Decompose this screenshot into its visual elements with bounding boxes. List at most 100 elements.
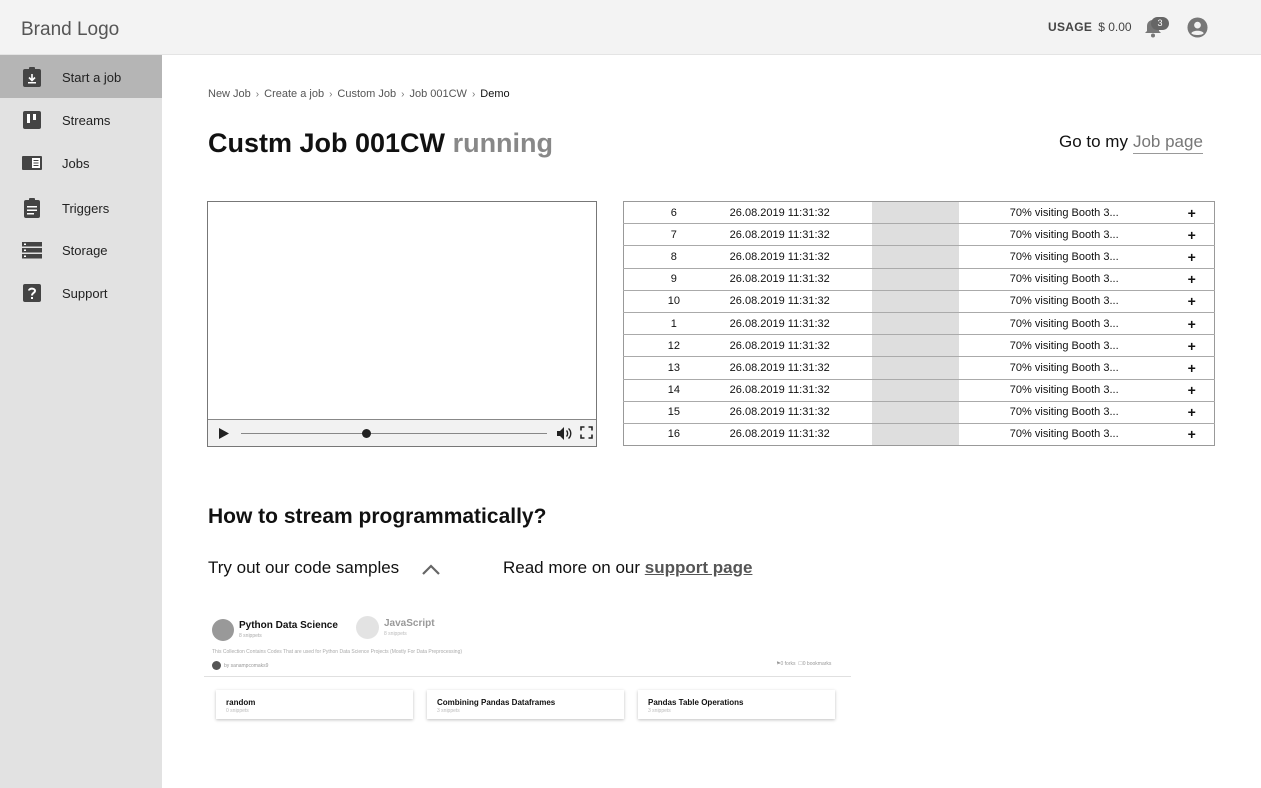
snippet-card-pandas-table[interactable]: Pandas Table Operations 3 snippets xyxy=(638,690,835,719)
row-thumbnail xyxy=(871,245,960,269)
row-description: 70% visiting Booth 3... xyxy=(959,356,1170,379)
table-row: 14 26.08.2019 11:31:32 70% visiting Booth … xyxy=(623,378,1215,402)
chevron-right-icon: › xyxy=(255,88,260,100)
row-id: 16 xyxy=(623,422,724,446)
collection-count: 8 snippets xyxy=(384,631,407,637)
play-icon[interactable] xyxy=(218,427,230,440)
snippet-card-title: Combining Pandas Dataframes xyxy=(437,698,556,707)
snippet-card-combining-pandas[interactable]: Combining Pandas Dataframes 3 snippets xyxy=(427,690,624,719)
collection-author[interactable]: by sanampcomaks9 xyxy=(224,663,268,669)
job-page-link-container: Go to my Job page xyxy=(1059,132,1203,154)
breadcrumb-job-001cw[interactable]: Job 001CW xyxy=(409,88,466,100)
row-thumbnail xyxy=(871,422,960,446)
expand-row-button[interactable]: + xyxy=(1169,289,1215,313)
sidebar-item-jobs[interactable]: Jobs xyxy=(0,141,162,184)
row-description: 70% visiting Booth 3... xyxy=(959,334,1170,357)
expand-row-button[interactable]: + xyxy=(1169,311,1215,335)
sidebar-item-support[interactable]: Support xyxy=(0,271,162,314)
clipboard-icon xyxy=(24,198,40,218)
sidebar-item-streams[interactable]: Streams xyxy=(0,98,162,141)
row-thumbnail xyxy=(871,223,960,246)
collection-tab-python[interactable]: Python Data Science xyxy=(239,620,338,631)
row-thumbnail xyxy=(871,289,960,313)
expand-row-button[interactable]: + xyxy=(1169,400,1215,424)
job-page-link[interactable]: Job page xyxy=(1132,132,1203,154)
read-more-prefix: Read more on our xyxy=(503,558,641,577)
table-row: 12 26.08.2019 11:31:32 70% visiting Booth … xyxy=(623,334,1215,357)
row-date: 26.08.2019 11:31:32 xyxy=(729,206,830,219)
expand-row-button[interactable]: + xyxy=(1169,202,1214,224)
notification-badge: 3 xyxy=(1151,17,1169,30)
howto-heading: How to stream programmatically? xyxy=(208,505,547,528)
collection-meta: ⚑0 forks ☐0 bookmarks xyxy=(776,661,831,667)
divider xyxy=(204,676,851,677)
read-more: Read more on our support page xyxy=(503,558,752,578)
table-row: 6 26.08.2019 11:31:32 70% visiting Booth 3… xyxy=(624,201,1215,224)
breadcrumb-new-job[interactable]: New Job xyxy=(208,88,251,100)
video-progress-track[interactable] xyxy=(241,433,547,434)
sidebar: Start a job Streams Jobs Triggers Storag… xyxy=(0,55,162,788)
sidebar-item-label: Triggers xyxy=(62,201,110,216)
chevron-right-icon: › xyxy=(401,88,405,100)
breadcrumb-create-a-job[interactable]: Create a job xyxy=(264,88,324,100)
snippet-card-sub: 0 snippets xyxy=(226,708,249,714)
code-snippets-widget: Python Data Science 8 snippets JavaScrip… xyxy=(204,610,851,725)
usage-label: USAGE xyxy=(1048,20,1093,34)
row-description: 70% visiting Booth 3... xyxy=(959,267,1170,291)
expand-row-button[interactable]: + xyxy=(1169,267,1215,291)
jobs-icon xyxy=(22,156,42,170)
job-status: running xyxy=(452,128,554,158)
brand-logo[interactable]: Brand Logo xyxy=(21,19,119,41)
row-id: 12 xyxy=(623,334,724,357)
chevron-up-icon[interactable] xyxy=(421,562,441,576)
support-page-link[interactable]: support page xyxy=(645,558,753,577)
video-scrubber-handle[interactable] xyxy=(361,429,371,438)
row-description: 70% visiting Booth 3... xyxy=(1009,206,1119,219)
sidebar-item-label: Storage xyxy=(62,243,108,258)
fullscreen-icon[interactable] xyxy=(580,426,593,439)
row-description: 70% visiting Booth 3... xyxy=(959,400,1170,424)
row-thumbnail xyxy=(871,201,960,224)
breadcrumb: New Job › Create a job › Custom Job › Job 0… xyxy=(208,88,510,100)
bookmarks-count: 0 bookmarks xyxy=(802,661,832,667)
job-link-prefix: Go to my xyxy=(1059,132,1128,151)
expand-row-button[interactable]: + xyxy=(1169,422,1215,446)
sidebar-item-label: Start a job xyxy=(62,70,122,85)
expand-row-button[interactable]: + xyxy=(1169,378,1215,402)
sidebar-item-start-a-job[interactable]: Start a job xyxy=(0,55,162,98)
sidebar-item-storage[interactable]: Storage xyxy=(0,228,162,271)
row-date: 26.08.2019 11:31:32 xyxy=(723,311,872,335)
row-description: 70% visiting Booth 3... xyxy=(959,245,1170,269)
expand-row-button[interactable]: + xyxy=(1169,334,1215,357)
row-date: 26.08.2019 11:31:32 xyxy=(723,422,872,446)
collection-tab-javascript[interactable]: JavaScript xyxy=(384,618,435,629)
video-player[interactable] xyxy=(207,201,597,447)
expand-row-button[interactable]: + xyxy=(1169,356,1215,379)
sidebar-item-label: Jobs xyxy=(62,156,90,171)
table-row: 15 26.08.2019 11:31:32 70% visiting Booth … xyxy=(623,400,1215,424)
snippet-card-sub: 3 snippets xyxy=(648,708,671,714)
table-row: 1 26.08.2019 11:31:32 70% visiting Booth 3… xyxy=(623,311,1215,335)
code-samples-toggle[interactable]: Try out our code samples xyxy=(208,558,399,578)
chevron-right-icon: › xyxy=(471,88,476,100)
row-date: 26.08.2019 11:31:32 xyxy=(723,378,872,402)
expand-row-button[interactable]: + xyxy=(1169,245,1215,269)
row-id: 15 xyxy=(623,400,724,424)
row-thumbnail xyxy=(871,378,960,402)
breadcrumb-custom-job[interactable]: Custom Job xyxy=(337,88,396,100)
row-date: 26.08.2019 11:31:32 xyxy=(723,400,872,424)
row-description: 70% visiting Booth 3... xyxy=(959,311,1170,335)
table-row: 13 26.08.2019 11:31:32 70% visiting Booth … xyxy=(623,356,1215,379)
sidebar-item-triggers[interactable]: Triggers xyxy=(0,186,162,229)
volume-icon[interactable] xyxy=(556,426,573,441)
snippet-card-random[interactable]: random 0 snippets xyxy=(216,690,413,719)
snippet-card-title: Pandas Table Operations xyxy=(648,698,744,707)
expand-row-button[interactable]: + xyxy=(1169,223,1215,246)
table-row: 10 26.08.2019 11:31:32 70% visiting Booth … xyxy=(623,289,1215,313)
row-date: 26.08.2019 11:31:32 xyxy=(723,334,872,357)
forks-count: 0 forks xyxy=(780,661,796,667)
top-header: Brand Logo USAGE $ 0.00 3 xyxy=(0,0,1261,55)
row-date: 26.08.2019 11:31:32 xyxy=(723,289,872,313)
account-icon[interactable] xyxy=(1187,17,1208,38)
row-thumbnail xyxy=(871,356,960,379)
